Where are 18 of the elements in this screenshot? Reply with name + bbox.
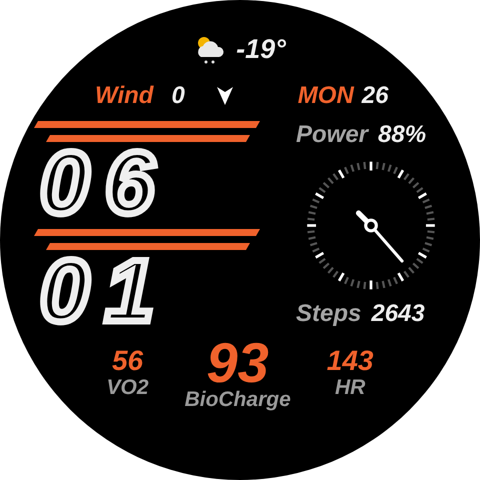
wind-label: Wind <box>95 82 154 110</box>
wind-direction-icon <box>216 87 233 105</box>
power-label: Power <box>296 121 368 149</box>
wind-value: 0 <box>171 82 185 110</box>
temperature-text: -19° <box>236 34 286 65</box>
weekday-text: MON <box>298 82 354 110</box>
steps-value: 2643 <box>371 300 425 328</box>
metric-label: VO2 <box>106 376 149 400</box>
date-text: 26 <box>362 82 388 110</box>
metric-value: 56 <box>112 346 144 376</box>
metric-label: BioCharge <box>184 388 291 412</box>
power-value: 88% <box>378 121 426 149</box>
steps-label: Steps <box>296 300 362 328</box>
metric-label: HR <box>334 376 366 400</box>
metric-value: 93 <box>206 338 269 388</box>
minute-digits: 01 <box>39 249 171 335</box>
metric-value: 143 <box>326 346 374 376</box>
hour-digits: 06 <box>39 141 171 227</box>
